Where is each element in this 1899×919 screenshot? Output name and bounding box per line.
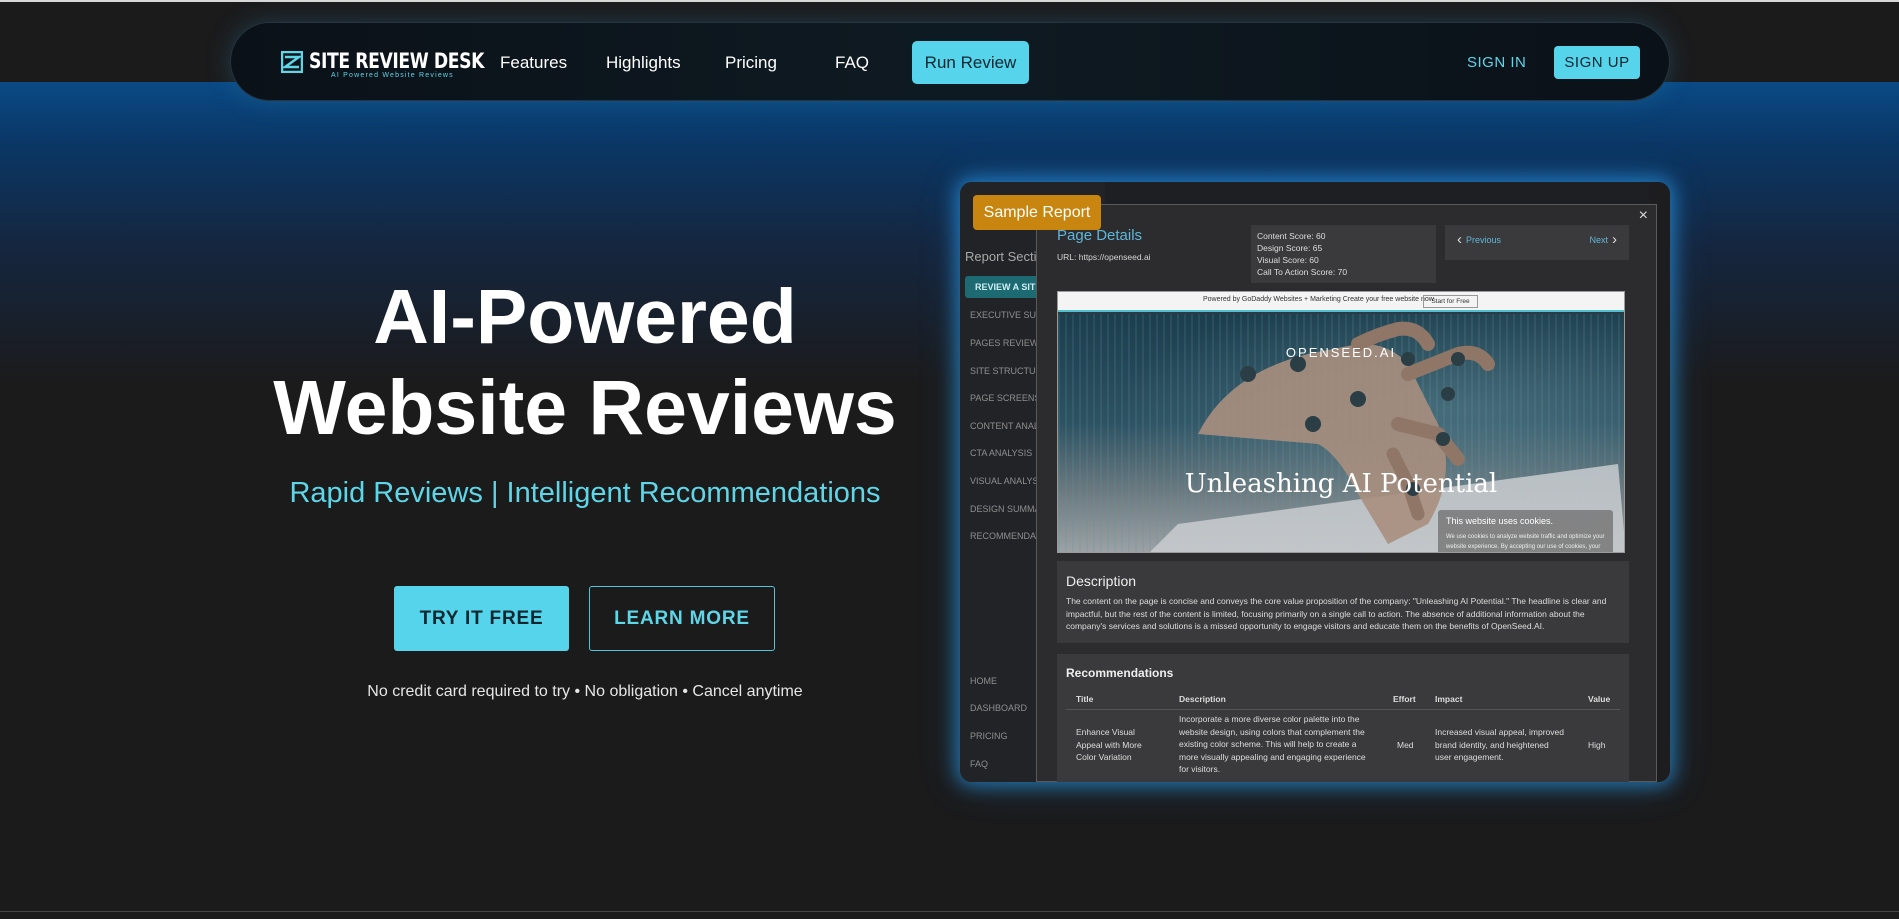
nav-link-pricing[interactable]: Pricing <box>725 53 777 73</box>
sidebar-item-home[interactable]: HOME <box>970 676 997 686</box>
cta-score: Call To Action Score: 70 <box>1257 267 1348 277</box>
logo-icon <box>281 51 303 73</box>
sidebar-item-content-analysis[interactable]: CONTENT ANAL <box>970 421 1039 431</box>
content-score: Content Score: 60 <box>1257 231 1326 241</box>
table-header-effort: Effort <box>1393 694 1416 704</box>
recommendations-panel: Recommendations Title Description Effort… <box>1057 654 1629 782</box>
cookie-title: This website uses cookies. <box>1446 516 1554 526</box>
recommendations-heading: Recommendations <box>1066 666 1174 680</box>
previous-button[interactable]: ‹ Previous <box>1457 231 1502 248</box>
description-text: The content on the page is concise and c… <box>1066 596 1607 631</box>
hero-title: AI-Powered Website Reviews <box>230 272 940 454</box>
sidebar-item-visual-analysis[interactable]: VISUAL ANALYS <box>970 476 1039 486</box>
logo-subtitle: AI Powered Website Reviews <box>331 72 454 79</box>
site-logo[interactable]: SITE REVIEW DESK AI Powered Website Revi… <box>281 51 523 79</box>
sample-report-preview: Report Secti REVIEW A SITE EXECUTIVE SUM… <box>960 182 1670 782</box>
try-it-free-button[interactable]: TRY IT FREE <box>394 586 569 651</box>
sidebar-item-page-screenshots[interactable]: PAGE SCREENS <box>970 393 1040 403</box>
description-heading: Description <box>1066 573 1137 589</box>
rec-description: Incorporate a more diverse color palette… <box>1179 714 1366 774</box>
logo-title: SITE REVIEW DESK <box>309 49 485 73</box>
next-label: Next <box>1589 235 1608 245</box>
sign-up-button[interactable]: SIGN UP <box>1554 46 1640 79</box>
table-header-impact: Impact <box>1435 694 1463 704</box>
nav-link-highlights[interactable]: Highlights <box>606 53 681 73</box>
window-top-strip <box>0 0 1899 2</box>
visual-score: Visual Score: 60 <box>1257 255 1319 265</box>
table-header-description: Description <box>1179 694 1226 704</box>
rec-impact: Increased visual appeal, improved brand … <box>1435 727 1564 762</box>
chevron-left-icon: ‹ <box>1457 231 1462 248</box>
cookie-text: We use cookies to analyze website traffi… <box>1446 534 1605 550</box>
rec-title: Enhance Visual Appeal with More Color Va… <box>1076 727 1142 762</box>
screenshot-brand: OPENSEED.AI <box>1285 345 1397 360</box>
page-bottom-divider <box>0 911 1899 912</box>
page-details-modal: × Page Details URL: https://openseed.ai … <box>1036 204 1657 782</box>
top-navbar: SITE REVIEW DESK AI Powered Website Revi… <box>230 22 1670 101</box>
screenshot-top-text: Powered by GoDaddy Websites + Marketing … <box>1203 296 1434 303</box>
sidebar-item-pricing[interactable]: PRICING <box>970 731 1008 741</box>
sidebar-item-design-summary[interactable]: DESIGN SUMMA <box>970 504 1041 514</box>
sign-in-link[interactable]: SIGN IN <box>1467 54 1526 71</box>
sidebar-item-dashboard[interactable]: DASHBOARD <box>970 703 1027 713</box>
close-icon[interactable]: × <box>1639 207 1648 225</box>
nav-link-faq[interactable]: FAQ <box>835 53 869 73</box>
learn-more-button[interactable]: LEARN MORE <box>589 586 775 651</box>
rec-value: High <box>1588 740 1606 750</box>
hero-title-line2: Website Reviews <box>273 365 897 451</box>
sample-report-badge: Sample Report <box>973 195 1101 230</box>
hero-disclaimer: No credit card required to try • No obli… <box>367 683 803 700</box>
robot-hand-image: OPENSEED.AI Unleashing AI Potential This… <box>1058 314 1624 552</box>
rec-effort: Med <box>1397 740 1414 750</box>
page-screenshot: Powered by GoDaddy Websites + Marketing … <box>1057 291 1625 553</box>
next-button[interactable]: Next › <box>1589 231 1617 248</box>
sidebar-item-faq[interactable]: FAQ <box>970 759 988 769</box>
nav-link-features[interactable]: Features <box>500 53 567 73</box>
screenshot-start-button: Start for Free <box>1423 295 1478 308</box>
sidebar-item-pages-reviews[interactable]: PAGES REVIEWS <box>970 338 1044 348</box>
sidebar-item-executive-summary[interactable]: EXECUTIVE SUM <box>970 310 1044 320</box>
cookie-notice: This website uses cookies. We use cookie… <box>1438 510 1613 552</box>
sidebar-item-site-structure[interactable]: SITE STRUCTUR <box>970 366 1042 376</box>
table-divider <box>1066 709 1620 710</box>
chevron-right-icon: › <box>1612 231 1617 248</box>
screenshot-headline: Unleashing AI Potential <box>1184 469 1498 499</box>
table-header-title: Title <box>1076 694 1094 704</box>
page-url: URL: https://openseed.ai <box>1057 252 1151 262</box>
pager: ‹ Previous Next › <box>1445 225 1629 260</box>
description-panel: Description The content on the page is c… <box>1057 561 1629 643</box>
sidebar-item-label: REVIEW A SITE <box>975 282 1042 292</box>
hero-title-line1: AI-Powered <box>373 274 797 360</box>
previous-label: Previous <box>1466 235 1502 245</box>
sidebar-item-recommendations[interactable]: RECOMMENDAT <box>970 531 1041 541</box>
table-header-value: Value <box>1588 694 1611 704</box>
scores-box: Content Score: 60 Design Score: 65 Visua… <box>1251 225 1436 283</box>
design-score: Design Score: 65 <box>1257 243 1323 253</box>
run-review-button[interactable]: Run Review <box>912 41 1029 84</box>
report-sidebar-heading: Report Secti <box>965 249 1037 264</box>
hero-subtitle: Rapid Reviews | Intelligent Recommendati… <box>289 477 881 509</box>
screenshot-top-bar: Powered by GoDaddy Websites + Marketing … <box>1058 292 1624 312</box>
sidebar-item-cta-analysis[interactable]: CTA ANALYSIS <box>970 448 1032 458</box>
